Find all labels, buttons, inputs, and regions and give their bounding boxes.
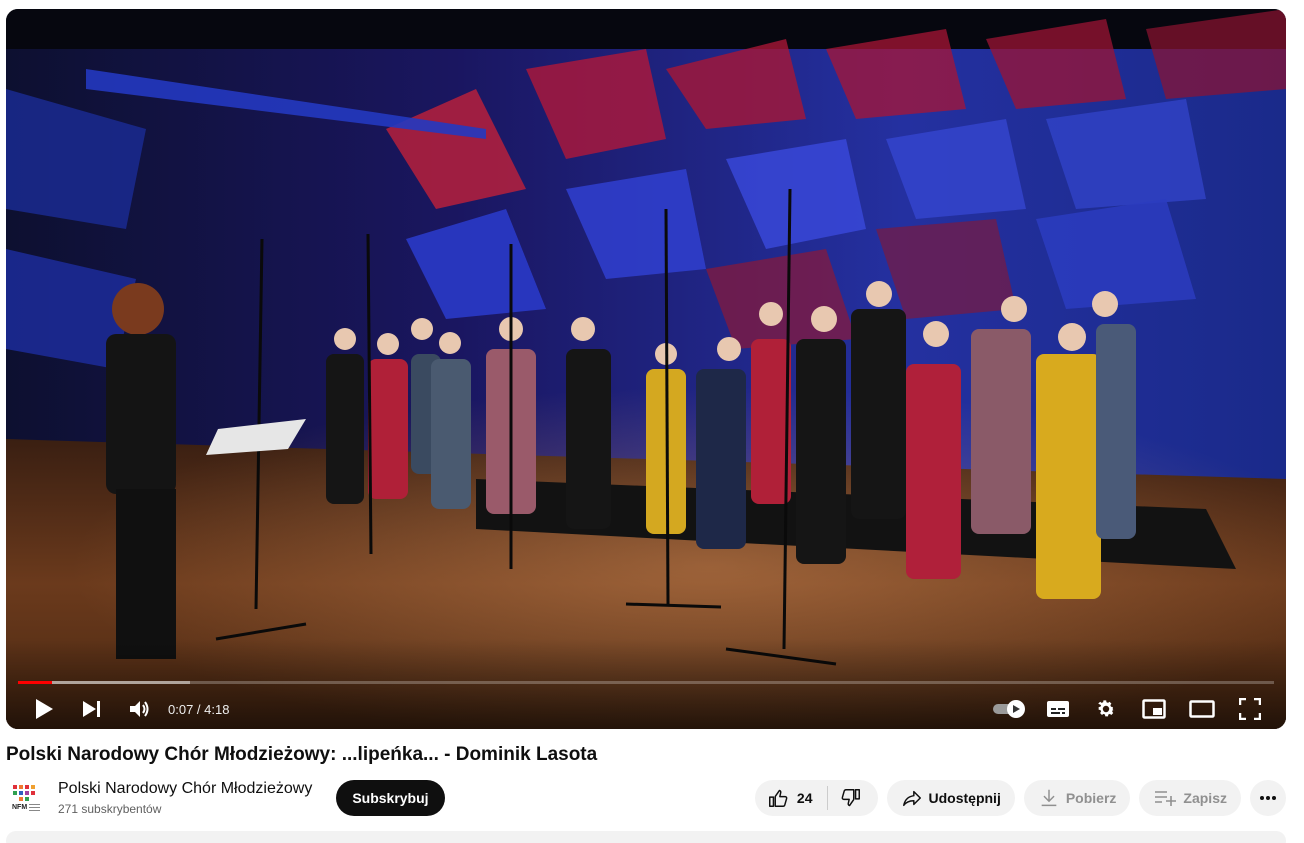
thumbs-up-icon: [768, 789, 788, 807]
more-dots-icon: [1260, 796, 1276, 800]
fullscreen-icon: [1239, 698, 1261, 720]
video-frame[interactable]: [6, 9, 1286, 729]
choir-concert-scene: [6, 9, 1286, 729]
autoplay-toggle[interactable]: [986, 689, 1034, 729]
like-dislike-group: 24: [754, 780, 878, 816]
volume-button[interactable]: [116, 689, 164, 729]
subtitles-button[interactable]: [1034, 689, 1082, 729]
thumbs-down-icon: [841, 789, 860, 807]
share-arrow-icon: [902, 790, 921, 807]
theater-mode-button[interactable]: [1178, 689, 1226, 729]
download-button[interactable]: Pobierz: [1023, 780, 1131, 816]
subscribe-button[interactable]: Subskrybuj: [336, 780, 445, 816]
playlist-add-icon: [1155, 791, 1177, 806]
next-icon: [83, 701, 100, 717]
description-box[interactable]: [6, 831, 1286, 843]
channel-name[interactable]: Polski Narodowy Chór Młodzieżowy: [58, 780, 312, 798]
control-bar: 0:07 / 4:18: [6, 689, 1286, 729]
volume-icon: [130, 701, 149, 717]
like-button[interactable]: 24: [755, 780, 827, 816]
time-display: 0:07 / 4:18: [168, 701, 230, 717]
subscriber-count: 271 subskrybentów: [58, 802, 162, 816]
settings-gear-icon: [1098, 700, 1115, 717]
share-label: Udostępnij: [928, 790, 1001, 806]
miniplayer-button[interactable]: [1130, 689, 1178, 729]
owner-row: NFM Polski Narodowy Chór Młodzieżowy 271…: [6, 778, 1286, 818]
settings-button[interactable]: [1082, 689, 1130, 729]
dislike-button[interactable]: [828, 780, 878, 816]
miniplayer-icon: [1142, 699, 1166, 719]
theater-mode-icon: [1189, 700, 1215, 718]
more-actions-button[interactable]: [1250, 780, 1286, 816]
download-label: Pobierz: [1065, 790, 1117, 806]
save-label: Zapisz: [1183, 790, 1227, 806]
fullscreen-button[interactable]: [1226, 689, 1274, 729]
play-icon: [36, 699, 53, 719]
progress-bar[interactable]: [18, 677, 1274, 689]
download-icon: [1041, 789, 1057, 807]
video-player[interactable]: 0:07 / 4:18: [6, 9, 1286, 729]
autoplay-toggle-icon: [993, 700, 1025, 718]
next-button[interactable]: [68, 689, 116, 729]
nfm-logo: NFM: [12, 785, 40, 811]
channel-avatar[interactable]: NFM: [8, 780, 44, 816]
play-button[interactable]: [20, 689, 68, 729]
actions-bar: 24 Udostępnij Pobierz Zapisz: [746, 780, 1286, 816]
like-count: 24: [796, 790, 813, 806]
logo-text: NFM: [12, 804, 27, 811]
video-title: Polski Narodowy Chór Młodzieżowy: ...lip…: [6, 744, 598, 765]
save-button[interactable]: Zapisz: [1139, 780, 1241, 816]
progress-played: [18, 681, 52, 684]
share-button[interactable]: Udostępnij: [886, 780, 1015, 816]
progress-track: [18, 681, 1274, 684]
subtitles-icon: [1047, 701, 1069, 717]
